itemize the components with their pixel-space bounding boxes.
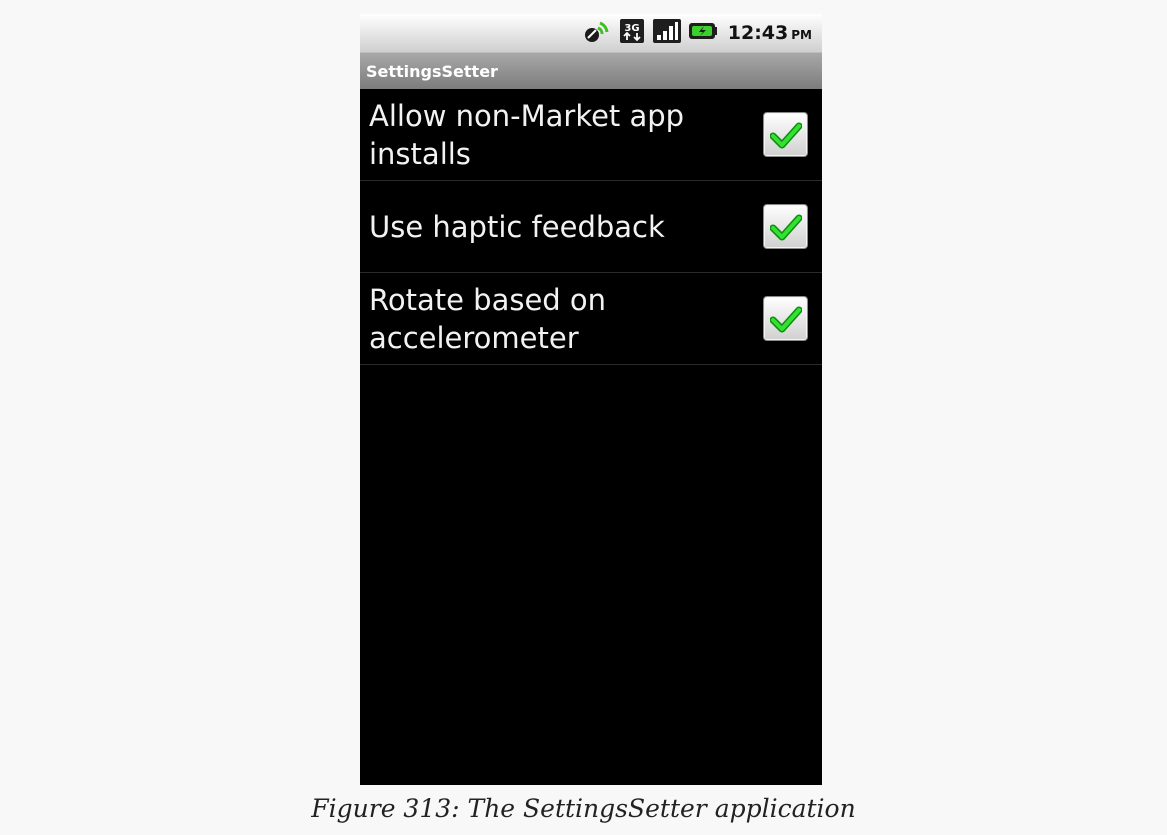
status-icons: 3G 12:43 PM [582, 14, 812, 52]
3g-data-icon: 3G [618, 16, 646, 50]
clock-ampm: PM [791, 28, 812, 42]
preference-label: Rotate based on accelerometer [369, 282, 607, 355]
signal-strength-icon [652, 16, 682, 50]
checkmark-icon [769, 306, 802, 332]
battery-charging-icon [688, 16, 718, 50]
preference-row-accelerometer-rotation[interactable]: Rotate based on accelerometer [360, 273, 822, 365]
figure-caption: Figure 313: The SettingsSetter applicati… [311, 794, 856, 823]
preference-list: Allow non-Market app installs Use haptic… [360, 89, 822, 365]
preference-label: Allow non-Market app installs [369, 98, 685, 171]
app-title: SettingsSetter [366, 61, 498, 81]
preference-row-non-market-installs[interactable]: Allow non-Market app installs [360, 89, 822, 181]
haptic-feedback-checkbox[interactable] [763, 204, 808, 249]
non-market-installs-checkbox[interactable] [763, 112, 808, 157]
phone-screen: 3G 12:43 PM SettingsSetter Allow non-Mar… [360, 14, 822, 785]
preference-label: Use haptic feedback [369, 209, 665, 244]
gps-icon [582, 16, 612, 50]
checkmark-icon [769, 214, 802, 240]
checkmark-icon [769, 122, 802, 148]
app-title-bar: SettingsSetter [360, 53, 822, 89]
status-clock: 12:43 PM [728, 22, 812, 44]
accelerometer-rotation-checkbox[interactable] [763, 296, 808, 341]
clock-time: 12:43 [727, 22, 789, 44]
status-bar: 3G 12:43 PM [360, 14, 822, 53]
preference-row-haptic-feedback[interactable]: Use haptic feedback [360, 181, 822, 273]
